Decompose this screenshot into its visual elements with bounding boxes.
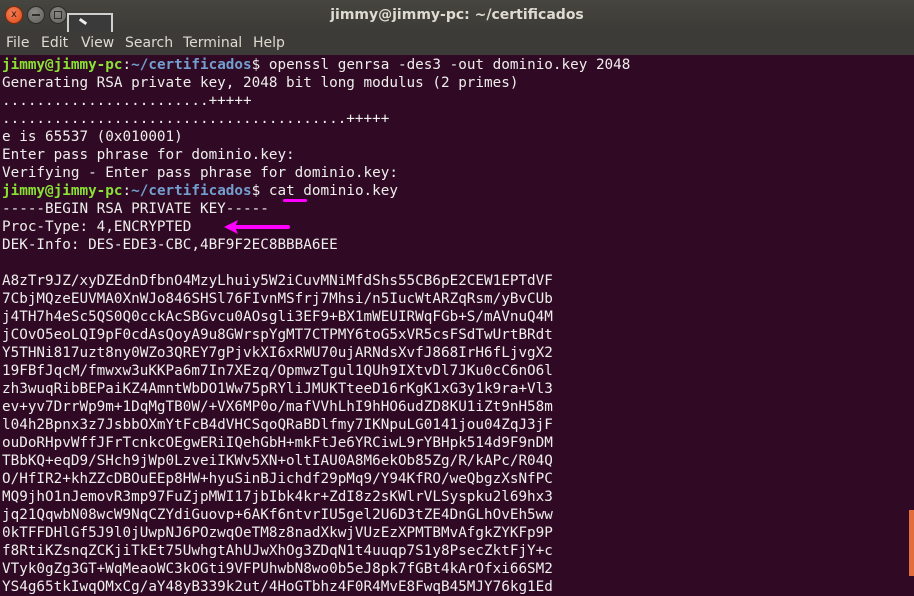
cat-underline-annotation: [283, 199, 307, 202]
key-body-line: 7CbjMQzeEUVMA0XnWJo846SHSl76FIvnMSfrj7Mh…: [2, 291, 553, 307]
menu-edit[interactable]: Edit: [41, 35, 68, 51]
key-body-line: jCOvO5eoLQI9pF0cdAsQoyA9u8GWrspYgMT7CTPM…: [2, 327, 553, 343]
output-line: Verifying - Enter pass phrase for domini…: [2, 165, 398, 181]
key-header-line: DEK-Info: DES-EDE3-CBC,4BF9F2EC8BBBA6EE: [2, 237, 338, 253]
menu-search[interactable]: Search: [125, 35, 173, 51]
key-body-line: zh3wuqRibBEPaiKZ4AmntWbDO1Ww75pRYliJMUKT…: [2, 381, 553, 397]
key-body-line: A8zTr9JZ/xyDZEdnDfbnO4MzyLhuiy5W2iCuvMNi…: [2, 273, 553, 289]
scrollbar[interactable]: [908, 55, 914, 596]
output-line: e is 65537 (0x010001): [2, 129, 183, 145]
key-body-line: 19FBfJqcM/fmwxw3uKKPa6m7In7XEzq/OpmwzTgu…: [2, 363, 553, 379]
command-line-cat: jimmy@jimmy-pc:~/certificados$ cat domin…: [2, 182, 398, 200]
prompt-user-host: jimmy@jimmy-pc: [2, 183, 123, 199]
title-bar[interactable]: x jimmy@jimmy-pc: ~/certificados: [0, 0, 914, 32]
key-body-line: MQ9jhO1nJemovR3mp97FuZjpMWI17jbIbk4kr+Zd…: [2, 489, 553, 505]
scrollbar-thumb[interactable]: [909, 510, 914, 576]
menu-help[interactable]: Help: [253, 35, 285, 51]
prompt-colon: :: [122, 57, 132, 73]
prompt-user-host: jimmy@jimmy-pc: [2, 57, 123, 73]
key-body-line: YS4g65tkIwqOMxCg/aY48yB339k2ut/4HoGTbhz4…: [2, 579, 553, 595]
terminal-output[interactable]: jimmy@jimmy-pc:~/certificados$ openssl g…: [0, 55, 908, 596]
command-line-openssl: jimmy@jimmy-pc:~/certificados$ openssl g…: [2, 56, 630, 74]
prompt-dollar: $: [251, 183, 261, 199]
key-body-line: 0kTFFDHlGf5J9l0jUwpNJ6POzwqOeTM8z8nadXkw…: [2, 525, 553, 541]
key-body-line: VTyk0gZg3GT+WqMeaoWC3kOGti9VFPUhwbN8wo0b…: [2, 561, 553, 577]
prompt-path: ~/certificados: [131, 183, 252, 199]
key-header-line: -----BEGIN RSA PRIVATE KEY-----: [2, 201, 269, 217]
output-line: Enter pass phrase for dominio.key:: [2, 147, 295, 163]
window-title: jimmy@jimmy-pc: ~/certificados: [330, 7, 584, 23]
key-header-line: Proc-Type: 4,ENCRYPTED: [2, 219, 192, 235]
key-body-line: TBbKQ+eqD9/SHch9jWp0LzveiIKWv5XN+oltIAU0…: [2, 453, 553, 469]
key-body-line: j4TH7h4eSc5QS0Q0cckAcSBGvcu0AOsgli3EF9+B…: [2, 309, 553, 325]
command-args: dominio.key: [294, 183, 398, 199]
key-body-line: ev+yv7DrrWp9m+1DqMgTB0W/+VX6MP0o/mafVVhL…: [2, 399, 553, 415]
prompt-path: ~/certificados: [131, 57, 252, 73]
prompt-dollar: $: [251, 57, 261, 73]
menu-terminal[interactable]: Terminal: [183, 35, 242, 51]
command-cat: cat: [268, 183, 295, 199]
output-line: ........................................…: [2, 111, 390, 127]
key-body-line: ouDoRHpvWffJFrTcnkcOEgwERiIQehGbH+mkFtJe…: [2, 435, 553, 451]
menu-file[interactable]: File: [6, 35, 29, 51]
command-text: openssl genrsa -des3 -out dominio.key 20…: [260, 57, 631, 73]
key-body-line: f8RtiKZsnqZCKjiTkEt75UwhgtAhUJwXhOg3ZDqN…: [2, 543, 553, 559]
command-space: [260, 183, 269, 199]
output-line: Generating RSA private key, 2048 bit lon…: [2, 75, 519, 91]
arrow-annotation-icon: [224, 220, 290, 234]
prompt-colon: :: [122, 183, 132, 199]
output-line: ........................+++++: [2, 93, 252, 109]
menu-view[interactable]: View: [81, 35, 114, 51]
menu-bar: File Edit View Search Terminal Help: [0, 32, 914, 55]
key-body-line: jq21QqwbN08wcW9NqCZYdiGuovp+6AKf6ntvrIU5…: [2, 507, 553, 523]
key-body-line: O/HfIR2+khZZcDBOuEEp8HW+hyuSinBJichdf29p…: [2, 471, 553, 487]
key-body-line: Y5THNi817uzt8ny0WZo3QREY7gPjvkXI6xRWU70u…: [2, 345, 553, 361]
key-body-line: l04h2Bpnx3z7JsbbOXmYtFcB4dVHCSqoQRaBDlfm…: [2, 417, 553, 433]
